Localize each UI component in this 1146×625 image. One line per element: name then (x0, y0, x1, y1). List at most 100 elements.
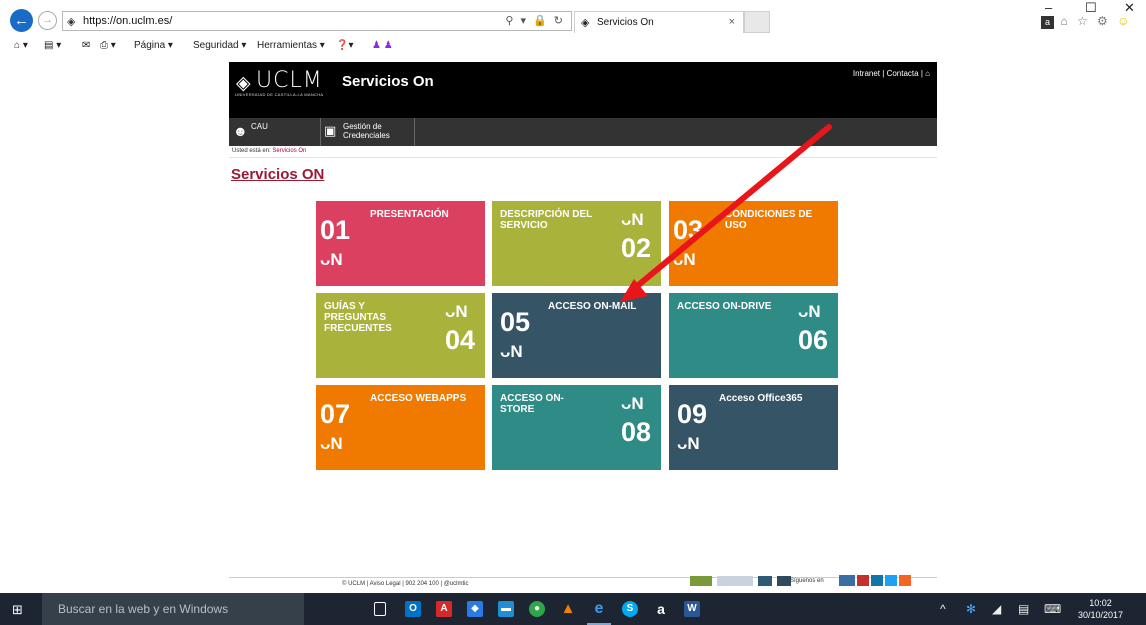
tile-acceso-office365[interactable]: 09 Acceso Office365 ᴗN (669, 385, 838, 470)
home-link-icon[interactable]: ⌂ (925, 69, 930, 78)
browser-chrome: ← → ◈ https://on.uclm.es/ ⚲ ▾ 🔒 ↻ ◈ Serv… (0, 0, 1146, 62)
tray-chevron-icon[interactable]: ^ (940, 602, 946, 616)
contacta-link[interactable]: Contacta (887, 69, 919, 78)
top-links-separator: | (882, 69, 885, 78)
browser-tab[interactable]: ◈ Servicios On × (574, 11, 744, 33)
rss-icon[interactable] (899, 575, 911, 586)
top-links-separator: | (920, 69, 923, 78)
linkedin-icon[interactable] (871, 575, 883, 586)
back-button[interactable]: ← (10, 9, 33, 32)
site-title[interactable]: Servicios On (342, 73, 434, 90)
amazon-icon[interactable]: a (653, 601, 669, 617)
security-menu-button[interactable]: Seguridad ▾ (193, 40, 246, 51)
feedback-smile-icon[interactable]: ☺ (1117, 14, 1132, 28)
tile-number: 04 (445, 325, 476, 355)
tile-title-line1: ACCESO ON- (500, 393, 564, 404)
minimize-button[interactable]: – (1045, 0, 1052, 15)
skype-icon[interactable]: S (622, 601, 638, 617)
home-icon[interactable]: ⌂ (1060, 14, 1070, 28)
browser-nav-row: ← → ◈ https://on.uclm.es/ ⚲ ▾ 🔒 ↻ ◈ Serv… (0, 0, 1146, 36)
user-icon: ☻ (233, 123, 248, 139)
divider (229, 157, 937, 158)
footer-badges (690, 575, 793, 587)
tile-number: 09 (677, 399, 708, 429)
feeds-menu-button[interactable]: ▤ ▾ (44, 40, 61, 51)
tab-favicon-icon: ◈ (581, 17, 590, 29)
help-menu-button[interactable]: ❓▾ (336, 40, 353, 51)
tile-title: PRESENTACIÓN (370, 209, 449, 220)
tray-bluetooth-icon[interactable]: ✻ (966, 602, 976, 616)
tile-acceso-on-store[interactable]: ACCESO ON- STORE ᴗN 08 (492, 385, 661, 470)
tile-title: CONDICIONES DE USO (725, 209, 812, 231)
amazon-icon[interactable]: a (1041, 16, 1054, 29)
tile-title: ACCESO ON-MAIL (548, 301, 637, 312)
tile-title: ACCESO WEBAPPS (370, 393, 467, 404)
id-card-icon: ▣ (324, 123, 337, 138)
acrobat-icon[interactable]: A (436, 601, 452, 617)
tuenti-icon[interactable] (839, 575, 855, 586)
taskbar-search-input[interactable]: Buscar en la web y en Windows (42, 593, 304, 625)
tile-acceso-on-mail[interactable]: 05 ACCESO ON-MAIL ᴗN (492, 293, 661, 378)
vlc-icon[interactable]: ▲ (560, 601, 576, 617)
chrome-icon[interactable]: ● (529, 601, 545, 617)
address-url[interactable]: https://on.uclm.es/ (83, 15, 172, 27)
tile-number: 03 (673, 215, 704, 245)
page-menu-button[interactable]: Página ▾ (134, 40, 173, 51)
page-title[interactable]: Servicios ON (231, 166, 324, 183)
dropbox-icon[interactable]: ◆ (467, 601, 483, 617)
address-bar[interactable]: ◈ https://on.uclm.es/ ⚲ ▾ 🔒 ↻ (62, 11, 572, 31)
outlook-icon[interactable]: O (405, 601, 421, 617)
word-icon[interactable]: W (684, 601, 700, 617)
on-logo-icon: ᴗN (677, 434, 700, 453)
breadcrumb-link[interactable]: Servicios On (272, 148, 306, 154)
command-bar: ⌂ ▾ ▤ ▾ ✉ ⎙ ▾ Página ▾ Seguridad ▾ Herra… (0, 37, 1146, 59)
tile-title-line2: USO (725, 220, 747, 231)
tile-acceso-webapps[interactable]: 07 ACCESO WEBAPPS ᴗN (316, 385, 485, 470)
research-icon[interactable]: ♟ ♟ (372, 40, 393, 51)
tray-keyboard-icon[interactable]: ⌨ (1044, 602, 1061, 616)
uclm-logo[interactable]: UCLM (256, 68, 323, 93)
eduroam-icon[interactable] (717, 576, 754, 587)
tile-number: 08 (621, 417, 652, 447)
on-logo-icon: ᴗN (445, 302, 468, 321)
print-menu-button[interactable]: ⎙ ▾ (100, 40, 116, 51)
windows-taskbar: ⊞ Buscar en la web y en Windows O A ◆ ▬ … (0, 593, 1146, 625)
tray-wifi-icon[interactable]: ◢ (992, 602, 1001, 616)
tile-acceso-on-drive[interactable]: ACCESO ON-DRIVE ᴗN 06 (669, 293, 838, 378)
windows-start-icon[interactable]: ⊞ (12, 602, 23, 618)
internet-explorer-icon[interactable]: e (587, 601, 611, 625)
subnav-item-credenciales[interactable]: ▣ Gestión de Credenciales (321, 118, 414, 146)
portal-icon[interactable] (758, 576, 773, 587)
tray-notification-icon[interactable]: ▤ (1018, 602, 1029, 616)
tile-presentacion[interactable]: 01 PRESENTACIÓN ᴗN (316, 201, 485, 286)
tools-menu-button[interactable]: Herramientas ▾ (257, 40, 325, 51)
site-favicon-icon: ◈ (67, 16, 76, 28)
home-menu-button[interactable]: ⌂ ▾ (14, 40, 28, 51)
tab-close-button[interactable]: × (729, 16, 735, 28)
twitter-icon[interactable] (885, 575, 897, 586)
new-tab-button[interactable] (744, 11, 770, 33)
address-tools[interactable]: ⚲ ▾ 🔒 ↻ (505, 14, 565, 27)
footer-text[interactable]: © UCLM | Aviso Legal | 902 204 100 | @uc… (342, 581, 468, 587)
file-explorer-icon[interactable]: ▬ (498, 601, 514, 617)
intranet-link[interactable]: Intranet (853, 69, 880, 78)
forward-button[interactable]: → (38, 11, 57, 30)
subnav-item-cau[interactable]: ☻ CAU (229, 118, 319, 146)
taskbar-clock[interactable]: 10:02 30/10/2017 (1078, 597, 1123, 621)
green-badge-icon[interactable] (690, 576, 712, 587)
settings-gear-icon[interactable]: ⚙ (1097, 14, 1111, 28)
tile-condiciones[interactable]: 03 CONDICIONES DE USO ᴗN (669, 201, 838, 286)
mail-button[interactable]: ✉ (82, 40, 90, 51)
tile-title-line2: PREGUNTAS (324, 312, 387, 323)
tile-number: 06 (798, 325, 829, 355)
on-logo-icon: ᴗN (621, 210, 644, 229)
task-view-icon[interactable] (374, 602, 386, 616)
tile-title: ACCESO ON-DRIVE (677, 301, 772, 312)
subnav-label-line1: Gestión de (343, 122, 382, 131)
youtube-icon[interactable] (857, 575, 869, 586)
favorites-star-icon[interactable]: ☆ (1077, 14, 1091, 28)
sub-navigation: ☻ CAU ▣ Gestión de Credenciales (229, 118, 937, 146)
tile-descripcion[interactable]: DESCRIPCIÓN DEL SERVICIO ᴗN 02 (492, 201, 661, 286)
tile-guias[interactable]: GUÍAS Y PREGUNTAS FRECUENTES ᴗN 04 (316, 293, 485, 378)
tile-number: 07 (320, 399, 351, 429)
